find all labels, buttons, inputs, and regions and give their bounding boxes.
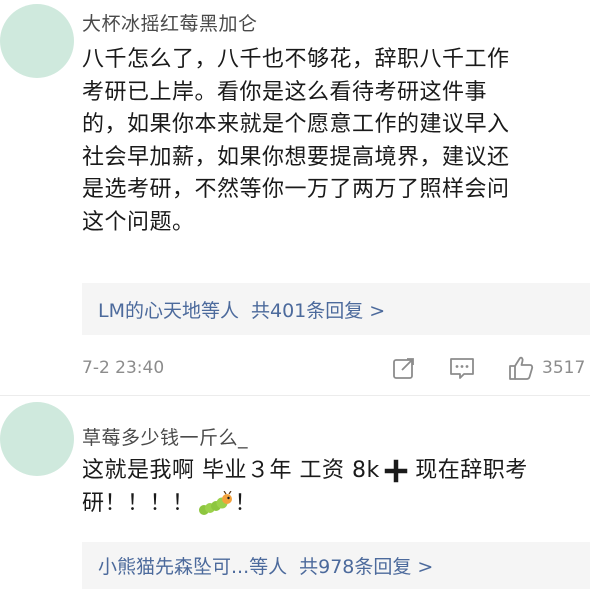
- avatar[interactable]: [0, 4, 74, 78]
- comment-line: 的，如果你本来就是个愿意工作的建议早入: [82, 112, 510, 137]
- divider: [0, 395, 590, 396]
- reply-users[interactable]: LM的心天地等人: [98, 296, 239, 323]
- heavy-plus-icon: [384, 459, 407, 483]
- comment-text-part: 这就是我啊 毕业３年 工资 8k: [82, 458, 380, 483]
- comment-icon[interactable]: [448, 355, 476, 381]
- comment-text-part: 现在辞职考: [407, 458, 528, 483]
- reply-users[interactable]: 小熊猫先森坠可...等人: [98, 552, 287, 579]
- comment-text-part: 研！！！！: [82, 490, 195, 516]
- reply-count[interactable]: 共978条回复 >: [299, 552, 433, 579]
- like-count: 3517: [542, 358, 586, 378]
- comment-line: 研！！！！ ！: [82, 488, 528, 521]
- comment-text: 这就是我啊 毕业３年 工资 8k 现在辞职考 研！！！！ ！: [82, 455, 528, 520]
- timestamp: 7-2 23:40: [82, 358, 165, 378]
- comment-line: 这个问题。: [82, 209, 195, 235]
- reply-summary[interactable]: 小熊猫先森坠可...等人 共978条回复 >: [82, 542, 590, 589]
- thumbs-up-icon[interactable]: [507, 354, 535, 382]
- reply-summary[interactable]: LM的心天地等人 共401条回复 >: [82, 283, 590, 335]
- caterpillar-emoji: [198, 490, 232, 515]
- comment-text-part: ！: [234, 490, 258, 516]
- comment-line: 社会早加薪，如果你想要提高境界，建议还: [82, 144, 510, 170]
- comment-line: 这就是我啊 毕业３年 工资 8k 现在辞职考: [82, 455, 528, 488]
- comment-username[interactable]: 大杯冰摇红莓黑加仑: [82, 9, 258, 36]
- reply-count[interactable]: 共401条回复 >: [251, 296, 385, 323]
- comment-line: 是选考研，不然等你一万了两万了照样会问: [82, 177, 510, 202]
- comment-line: 考研已上岸。看你是这么看待考研这件事: [82, 79, 488, 105]
- comment-username[interactable]: 草莓多少钱一斤么_: [82, 423, 248, 450]
- comment-text: 八千怎么了，八千也不够花，辞职八千工作 考研已上岸。看你是这么看待考研这件事 的…: [82, 44, 510, 239]
- comment-line: 八千怎么了，八千也不够花，辞职八千工作: [82, 47, 510, 72]
- avatar[interactable]: [0, 402, 74, 476]
- share-icon[interactable]: [391, 355, 417, 381]
